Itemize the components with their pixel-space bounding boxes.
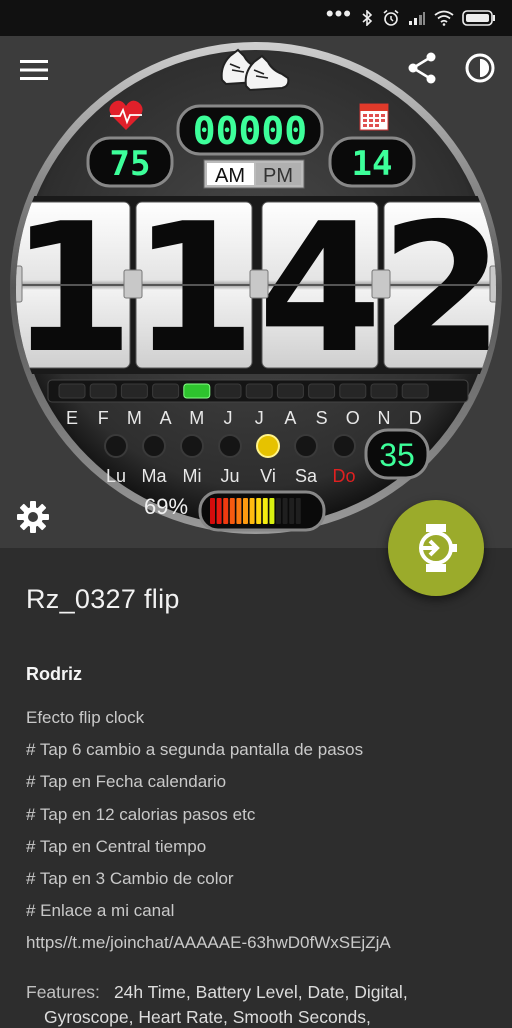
month-label: M [189, 408, 204, 428]
weekday-label: Vi [260, 466, 276, 486]
battery-segment [243, 498, 248, 524]
month-label: A [284, 408, 296, 428]
month-label: F [98, 408, 109, 428]
battery-segment [269, 498, 275, 524]
weekday-label: Do [332, 466, 355, 486]
date-day: 14 [352, 144, 393, 184]
weekday-label: Sa [295, 466, 318, 486]
weekday-label: Ma [141, 466, 167, 486]
author-name[interactable]: Rodriz [26, 664, 82, 685]
description-line: # Tap en Central tiempo [26, 836, 207, 856]
battery-segment [276, 498, 281, 524]
month-label: E [66, 408, 78, 428]
month-slot [276, 383, 304, 399]
hour-tens-digit: 1 [10, 185, 134, 392]
watchface-details: Rz_0327 flip Rodriz Efecto flip clock # … [0, 548, 512, 1027]
weekday-dot [104, 434, 128, 458]
month-slot [58, 383, 86, 399]
battery-segment [249, 498, 255, 524]
battery-icon [462, 10, 495, 26]
watch-face: 00000 75 14 AM PM 1 1 4 2 E F M A M J J … [10, 42, 502, 534]
features-list: Features: 24h Time, Battery Level, Date, … [26, 982, 408, 1028]
month-slot [401, 383, 429, 399]
month-label: J [255, 408, 264, 428]
battery-segment [262, 498, 268, 524]
month-label: A [160, 408, 172, 428]
description-line: # Tap en 3 Cambio de color [26, 868, 234, 888]
description-line: # Tap 6 cambio a segunda pantalla de pas… [26, 740, 364, 760]
am-label: AM [215, 165, 245, 187]
gear-icon [17, 501, 49, 533]
description-line: # Tap en 12 calorias pasos etc [26, 804, 256, 824]
wifi-icon [434, 10, 454, 26]
menu-button[interactable] [14, 50, 54, 90]
settings-button[interactable] [12, 496, 54, 538]
weekday-dot [256, 434, 280, 458]
night-mode-icon [465, 53, 495, 83]
battery-segment [229, 498, 235, 524]
status-bar: ••• [0, 0, 512, 36]
battery-segment [210, 498, 215, 524]
description-line: Efecto flip clock [26, 708, 145, 727]
minute-ones-digit: 2 [380, 185, 502, 392]
features-line: Gyroscope, Heart Rate, Smooth Seconds, [44, 1007, 371, 1027]
month-slot [183, 383, 211, 399]
description-link[interactable]: https//t.me/joinchat/AAAAAE-63hwD0fWxSEj… [26, 933, 496, 965]
month-slot [370, 383, 398, 399]
weekday-dot [180, 434, 204, 458]
weekday-dot [332, 434, 356, 458]
weekday-dot [142, 434, 166, 458]
battery-segment [289, 498, 295, 524]
month-slot [245, 383, 273, 399]
month-slot [308, 383, 336, 399]
share-icon [408, 52, 436, 84]
month-slot [214, 383, 242, 399]
bluetooth-icon [362, 10, 373, 26]
notification-dots-icon: ••• [325, 1, 352, 26]
month-label: N [378, 408, 391, 428]
step-counter: 00000 [193, 109, 307, 153]
battery-segment [282, 498, 288, 524]
features-line: 24h Time, Battery Level, Date, Digital, [113, 982, 408, 1002]
weekday-dot [294, 434, 318, 458]
month-label: M [127, 408, 142, 428]
month-label: S [316, 408, 328, 428]
watchface-preview: 00000 75 14 AM PM 1 1 4 2 E F M A M J J … [0, 36, 512, 548]
description-line: # Tap en Fecha calendario [26, 772, 227, 792]
month-label: D [409, 408, 422, 428]
battery-segment [216, 498, 222, 524]
battery-segment [236, 498, 242, 524]
month-slot [120, 383, 148, 399]
month-slot [152, 383, 180, 399]
hour-ones-digit: 1 [132, 185, 256, 392]
theme-toggle-button[interactable] [458, 46, 502, 90]
minute-tens-digit: 4 [258, 185, 382, 392]
watchface-description: Efecto flip clock # Tap 6 cambio a segun… [26, 708, 496, 966]
weekday-dot [218, 434, 242, 458]
heart-rate-value: 75 [110, 144, 151, 184]
month-slot [339, 383, 367, 399]
weekday-label: Ju [220, 466, 239, 486]
calendar-icon [359, 103, 389, 131]
battery-percent: 69% [144, 494, 188, 519]
pm-label: PM [263, 165, 293, 187]
month-label: J [224, 408, 233, 428]
weekday-label: Lu [106, 466, 126, 486]
share-button[interactable] [400, 46, 444, 90]
watchface-title: Rz_0327 flip [26, 584, 180, 614]
battery-segment [295, 498, 301, 524]
month-label: O [346, 408, 360, 428]
battery-segment [256, 498, 262, 524]
weekday-label: Mi [183, 466, 202, 486]
flip-clock[interactable]: 1 1 4 2 [10, 185, 502, 392]
battery-segment [223, 498, 229, 524]
hamburger-menu-icon [20, 60, 48, 80]
week-number: 35 [379, 437, 415, 473]
month-slot [89, 383, 117, 399]
description-line: # Enlace a mi canal [26, 901, 175, 921]
alarm-icon [383, 9, 399, 26]
signal-icon [409, 12, 425, 25]
features-label: Features: [26, 982, 100, 1002]
